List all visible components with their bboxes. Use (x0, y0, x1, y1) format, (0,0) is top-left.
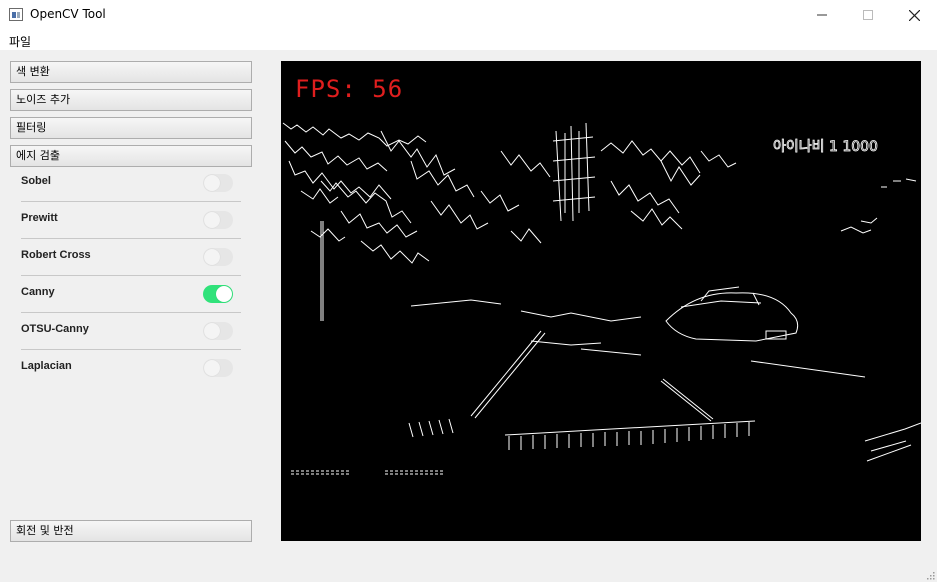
edge-option-otsu-canny: OTSU-Canny (21, 313, 241, 350)
group-edge-detection[interactable]: 에지 검출 (10, 145, 252, 167)
group-add-noise[interactable]: 노이즈 추가 (10, 89, 252, 111)
laplacian-toggle[interactable] (203, 359, 233, 377)
option-label: Laplacian (21, 360, 72, 372)
fps-overlay: FPS: 56 (295, 75, 404, 103)
prewitt-toggle[interactable] (203, 211, 233, 229)
option-label: Canny (21, 286, 55, 298)
option-label: OTSU-Canny (21, 323, 89, 335)
video-preview: 아이나비 1 1000 FPS: 56 (281, 61, 921, 541)
group-filtering[interactable]: 필터링 (10, 117, 252, 139)
group-color-conversion[interactable]: 색 변환 (10, 61, 252, 83)
canny-toggle[interactable] (203, 285, 233, 303)
otsu-canny-toggle[interactable] (203, 322, 233, 340)
edge-option-laplacian: Laplacian (21, 350, 241, 387)
menu-bar: 파일 (0, 30, 937, 50)
option-label: Sobel (21, 175, 51, 187)
option-label: Robert Cross (21, 249, 91, 261)
edge-option-canny: Canny (21, 276, 241, 313)
sobel-toggle[interactable] (203, 174, 233, 192)
maximize-button[interactable] (845, 0, 891, 30)
window-title: OpenCV Tool (30, 7, 106, 21)
option-label: Prewitt (21, 212, 58, 224)
maximize-icon (863, 10, 873, 20)
group-rotate-flip[interactable]: 회전 및 반전 (10, 520, 252, 542)
sidebar: 색 변환 노이즈 추가 필터링 에지 검출 Sobel Prewitt Robe… (0, 50, 270, 582)
app-icon (9, 8, 23, 21)
title-bar: OpenCV Tool (0, 0, 937, 30)
edge-option-robert-cross: Robert Cross (21, 239, 241, 276)
robert-cross-toggle[interactable] (203, 248, 233, 266)
resize-grip-icon[interactable] (925, 570, 935, 580)
edge-image: 아이나비 1 1000 (282, 122, 921, 475)
edge-option-prewitt: Prewitt (21, 202, 241, 239)
menu-file[interactable]: 파일 (9, 33, 31, 50)
close-button[interactable] (891, 0, 937, 30)
minimize-button[interactable] (799, 0, 845, 30)
overlay-logo-text: 아이나비 1 1000 (773, 139, 878, 155)
edge-option-sobel: Sobel (21, 165, 241, 202)
close-icon (908, 9, 920, 21)
minimize-icon (817, 14, 827, 16)
